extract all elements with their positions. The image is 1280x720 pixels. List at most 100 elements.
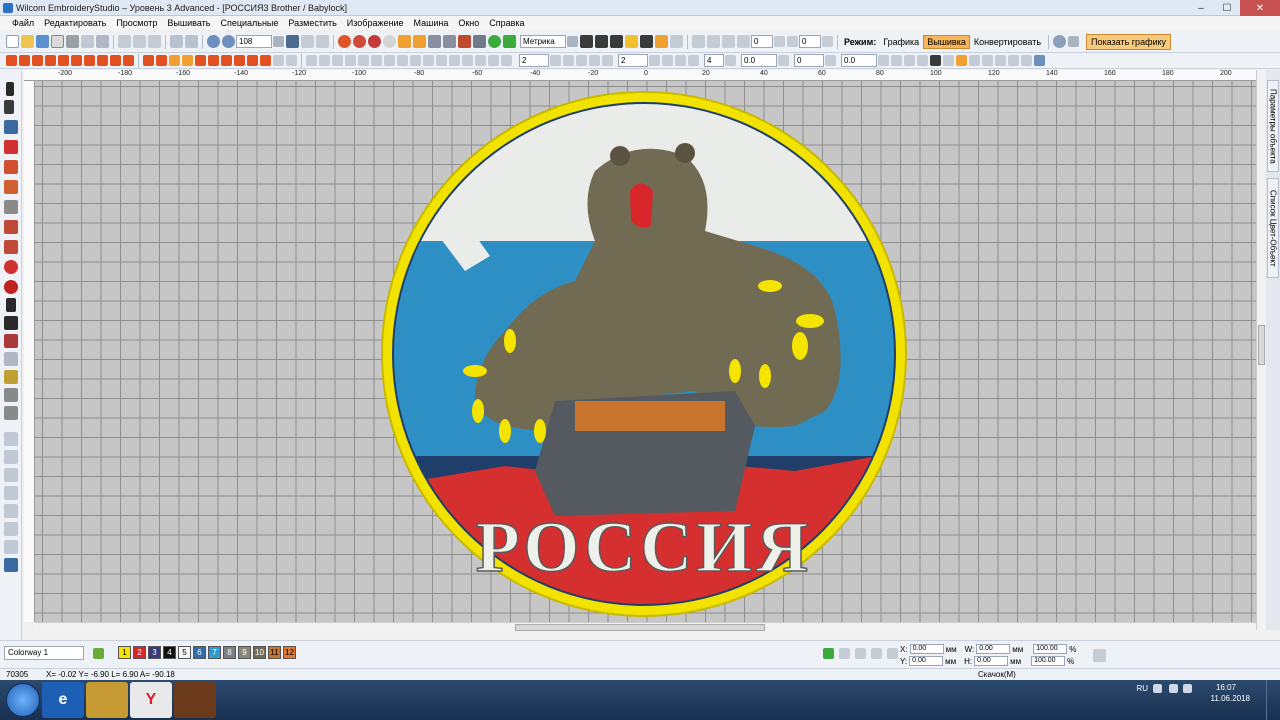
mode-graphics-button[interactable]: Графика xyxy=(879,35,923,49)
stitch-type-6-icon[interactable] xyxy=(71,55,82,66)
param-icon-20[interactable] xyxy=(1034,55,1045,66)
stitch-type-10-icon[interactable] xyxy=(123,55,134,66)
param-icon-12[interactable] xyxy=(904,55,915,66)
design-icon[interactable] xyxy=(458,35,471,48)
param-icon-13[interactable] xyxy=(917,55,928,66)
swatch-1[interactable]: 1 xyxy=(118,646,131,659)
vertical-scroll-thumb[interactable] xyxy=(1258,325,1265,365)
node-12-icon[interactable] xyxy=(449,55,460,66)
zoom-dropdown-icon[interactable] xyxy=(273,36,284,47)
param-icon-3[interactable] xyxy=(589,55,600,66)
volume-icon[interactable] xyxy=(1183,684,1192,693)
circle-icon[interactable] xyxy=(4,260,18,274)
mode-embroidery-button[interactable]: Вышивка xyxy=(923,34,970,49)
cut-icon[interactable] xyxy=(118,35,131,48)
tab-object-properties[interactable]: Параметры объекта xyxy=(1267,80,1279,172)
zoom-fit-icon[interactable] xyxy=(286,35,299,48)
param-icon-11[interactable] xyxy=(891,55,902,66)
param-icon-18[interactable] xyxy=(1008,55,1019,66)
menu-view[interactable]: Просмотр xyxy=(111,18,162,28)
vertical-scrollbar[interactable] xyxy=(1256,70,1265,630)
grid-icon[interactable] xyxy=(428,35,441,48)
calc-icon[interactable] xyxy=(670,35,683,48)
copy-icon[interactable] xyxy=(133,35,146,48)
horizontal-scroll-thumb[interactable] xyxy=(515,624,765,631)
new-icon[interactable] xyxy=(6,35,19,48)
param-icon-16[interactable] xyxy=(982,55,993,66)
mirror-icon[interactable] xyxy=(707,35,720,48)
stitch-edit-icon[interactable] xyxy=(4,140,18,154)
run-icon[interactable] xyxy=(4,220,18,234)
ring-icon[interactable] xyxy=(4,280,18,294)
swatch-8[interactable]: 8 xyxy=(223,646,236,659)
tool-h-icon[interactable] xyxy=(4,558,18,572)
network-icon[interactable] xyxy=(1169,684,1178,693)
fill-5-icon[interactable] xyxy=(195,55,206,66)
embroidery-design[interactable]: РОССИЯ xyxy=(35,81,1256,622)
node-11-icon[interactable] xyxy=(436,55,447,66)
design-canvas[interactable]: РОССИЯ xyxy=(35,81,1256,622)
color-tool-d-icon[interactable] xyxy=(887,648,898,659)
lettering-icon[interactable] xyxy=(6,298,16,312)
stitch-type-2-icon[interactable] xyxy=(19,55,30,66)
explorer-icon[interactable] xyxy=(86,682,128,718)
param-icon-4[interactable] xyxy=(602,55,613,66)
param-b-input[interactable]: 2 xyxy=(618,54,648,67)
paste-icon[interactable] xyxy=(148,35,161,48)
node-icon[interactable] xyxy=(4,200,18,214)
param-icon-6[interactable] xyxy=(675,55,686,66)
color-tool-c-icon[interactable] xyxy=(871,648,882,659)
measure-icon[interactable] xyxy=(580,35,593,48)
y-input[interactable]: 0.00 xyxy=(909,656,944,666)
check-icon[interactable] xyxy=(930,55,941,66)
node-7-icon[interactable] xyxy=(384,55,395,66)
param-icon-10[interactable] xyxy=(878,55,889,66)
node-10-icon[interactable] xyxy=(423,55,434,66)
fill-7-icon[interactable] xyxy=(221,55,232,66)
node-2-icon[interactable] xyxy=(319,55,330,66)
color-tool-b-icon[interactable] xyxy=(855,648,866,659)
frame-icon[interactable] xyxy=(4,352,18,366)
stitch-fill-icon[interactable] xyxy=(353,35,366,48)
node-1-icon[interactable] xyxy=(306,55,317,66)
green-icon[interactable] xyxy=(503,35,516,48)
print-preview-icon[interactable] xyxy=(51,35,64,48)
send-icon[interactable] xyxy=(81,35,94,48)
param-icon-17[interactable] xyxy=(995,55,1006,66)
lock-proportions-icon[interactable] xyxy=(1093,649,1106,662)
select-arrow-icon[interactable] xyxy=(6,82,14,96)
zoom-out-icon[interactable] xyxy=(222,35,235,48)
ruler-icon[interactable] xyxy=(595,35,608,48)
globe-icon[interactable] xyxy=(488,35,501,48)
menu-arrange[interactable]: Разместить xyxy=(283,18,341,28)
param-e-input[interactable]: 0 xyxy=(794,54,824,67)
units-select[interactable]: Метрика xyxy=(520,35,566,48)
wave-icon[interactable] xyxy=(4,160,18,174)
menu-help[interactable]: Справка xyxy=(484,18,529,28)
object-icon[interactable] xyxy=(398,35,411,48)
swatch-3[interactable]: 3 xyxy=(148,646,161,659)
text-icon[interactable] xyxy=(640,35,653,48)
node-8-icon[interactable] xyxy=(397,55,408,66)
fill-3-icon[interactable] xyxy=(169,55,180,66)
swatch-12[interactable]: 12 xyxy=(283,646,296,659)
node-3-icon[interactable] xyxy=(332,55,343,66)
step-a-icon[interactable] xyxy=(774,36,785,47)
ie-icon[interactable]: e xyxy=(42,682,84,718)
tool-a-icon[interactable] xyxy=(4,432,18,446)
menu-window[interactable]: Окно xyxy=(453,18,484,28)
clock-time[interactable]: 16:07 xyxy=(1216,683,1236,692)
node-14-icon[interactable] xyxy=(475,55,486,66)
open-icon[interactable] xyxy=(21,35,34,48)
color-tool-a-icon[interactable] xyxy=(839,648,850,659)
export-icon[interactable] xyxy=(96,35,109,48)
stitch-type-1-icon[interactable] xyxy=(6,55,17,66)
palette-icon[interactable] xyxy=(93,648,104,659)
colorway-select[interactable]: Colorway 1 xyxy=(4,646,84,660)
param-a-input[interactable]: 2 xyxy=(519,54,549,67)
start-button[interactable] xyxy=(6,683,40,717)
rotate-icon[interactable] xyxy=(737,35,750,48)
tool-d-icon[interactable] xyxy=(4,486,18,500)
effect-3d-icon[interactable] xyxy=(273,55,284,66)
color-blocks-icon[interactable] xyxy=(413,35,426,48)
